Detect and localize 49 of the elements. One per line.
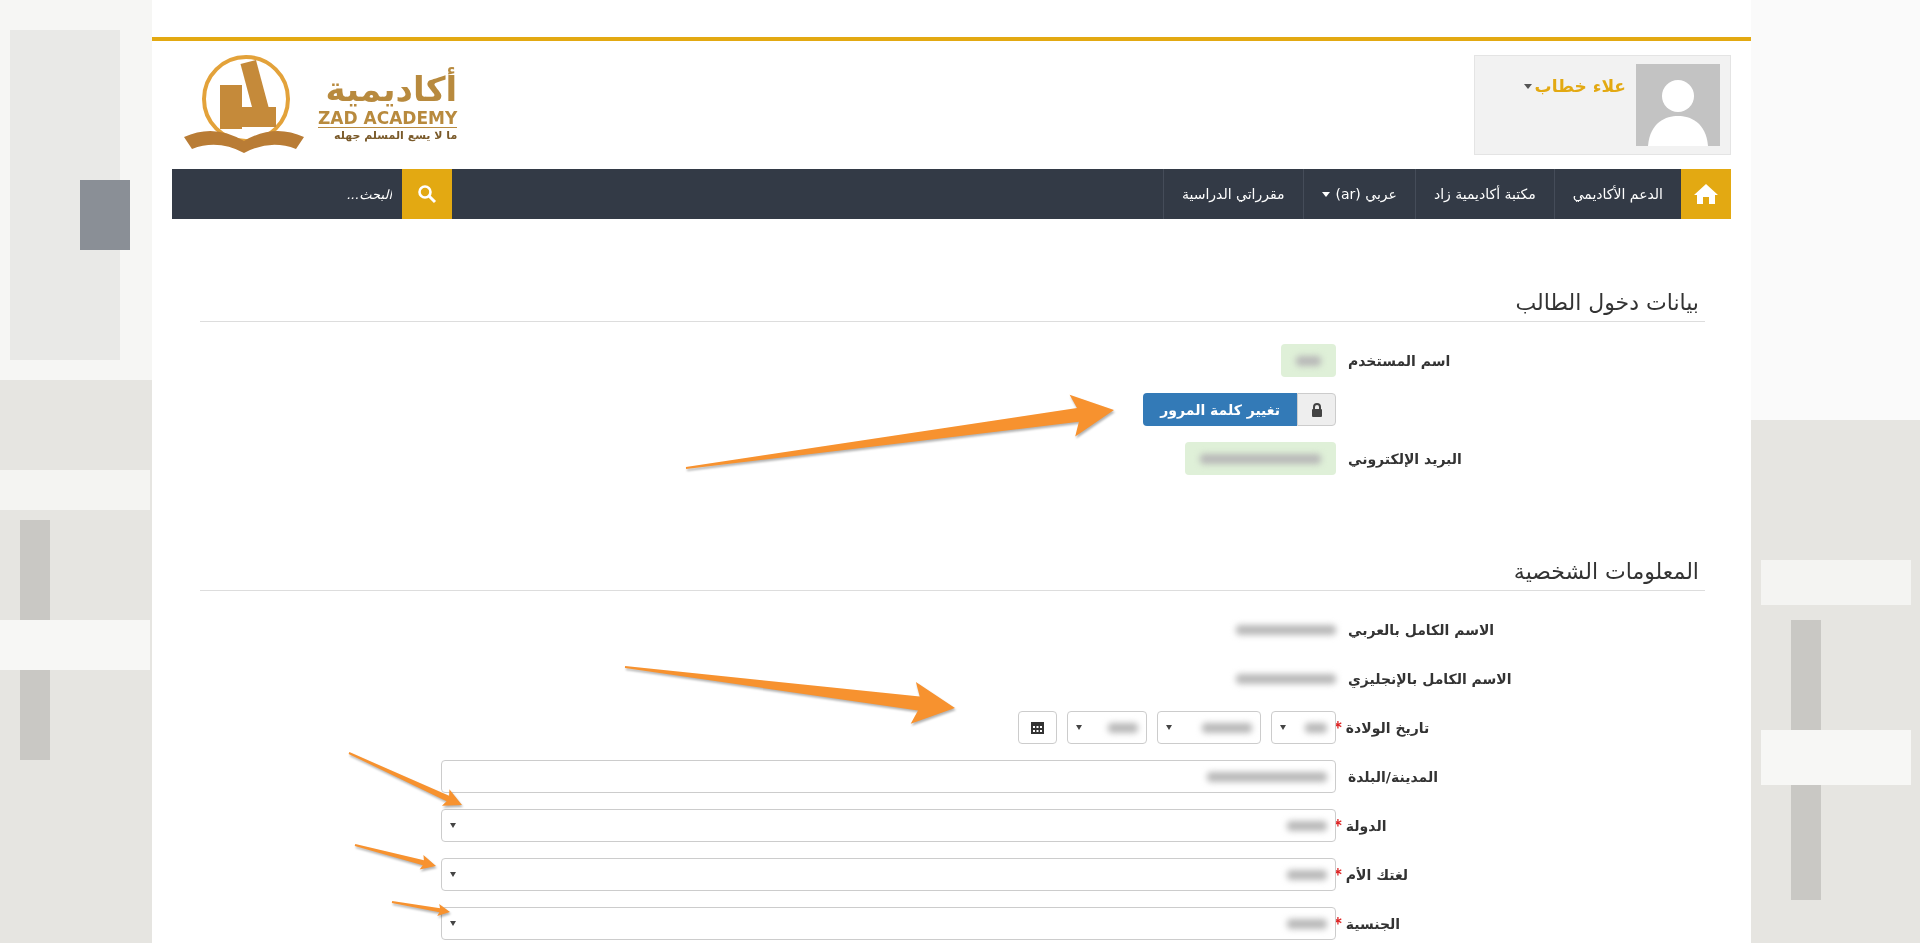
caret-icon <box>1166 725 1172 730</box>
nav-item[interactable]: مقرراتي الدراسية <box>1162 169 1303 219</box>
select-field[interactable] <box>441 809 1336 842</box>
input-field[interactable] <box>441 760 1336 793</box>
select-field[interactable] <box>1157 711 1261 744</box>
nav-item[interactable]: عربي (ar) <box>1302 169 1415 219</box>
home-icon <box>1693 183 1719 205</box>
section-heading: بيانات دخول الطالب <box>200 290 1705 322</box>
nav-item[interactable]: الدعم الأكاديمي <box>1553 169 1681 219</box>
field-label: تاريخ الولادة <box>1345 719 1430 736</box>
lock-icon <box>1310 402 1323 417</box>
nav-item[interactable]: مكتبة أكاديمية زاد <box>1414 169 1554 219</box>
caret-icon <box>1523 83 1532 89</box>
calendar-button[interactable] <box>1018 711 1057 744</box>
field-label: اسم المستخدم <box>1348 352 1451 369</box>
blurred-value <box>1202 722 1252 733</box>
blurred-value <box>1305 722 1327 733</box>
blurred-value <box>1287 869 1327 880</box>
caret-icon <box>1280 725 1286 730</box>
caret-icon <box>450 872 456 877</box>
caret-icon <box>450 921 456 926</box>
blurred-value <box>1108 722 1138 733</box>
select-field[interactable] <box>1067 711 1147 744</box>
field-label: الدولة <box>1345 817 1387 834</box>
blurred-value <box>1296 355 1321 366</box>
arrow <box>391 901 450 916</box>
field-label: لغتك الأم <box>1345 866 1409 883</box>
caret-icon <box>1076 725 1082 730</box>
logo-tagline: ما لا يسع المسلم جهله <box>334 127 458 144</box>
field-label: الجنسية <box>1345 915 1401 932</box>
blurred-value <box>1287 820 1327 831</box>
search-field[interactable]: البحث... <box>212 169 402 219</box>
home-button[interactable] <box>1681 169 1731 219</box>
caret-icon <box>450 823 456 828</box>
section-heading: المعلومات الشخصية <box>200 559 1705 591</box>
field-label: الاسم الكامل بالإنجليزي <box>1348 670 1512 687</box>
field-label: البريد الإلكتروني <box>1348 450 1462 467</box>
change-password-button[interactable]: تغيير كلمة المرور <box>1143 393 1297 426</box>
select-field[interactable] <box>1271 711 1336 744</box>
select-field[interactable] <box>441 858 1336 891</box>
search-button[interactable] <box>402 169 452 219</box>
blurred-value <box>1287 918 1327 929</box>
search-icon <box>417 184 437 204</box>
select-field[interactable] <box>441 907 1336 940</box>
logo-text: ZAD ACADEMY <box>318 108 458 128</box>
field-label: الاسم الكامل بالعربي <box>1348 621 1495 638</box>
logo-text: أكاديمية <box>325 68 458 109</box>
field-label: المدينة/البلدة <box>1348 768 1438 785</box>
calendar-icon <box>1031 721 1044 734</box>
